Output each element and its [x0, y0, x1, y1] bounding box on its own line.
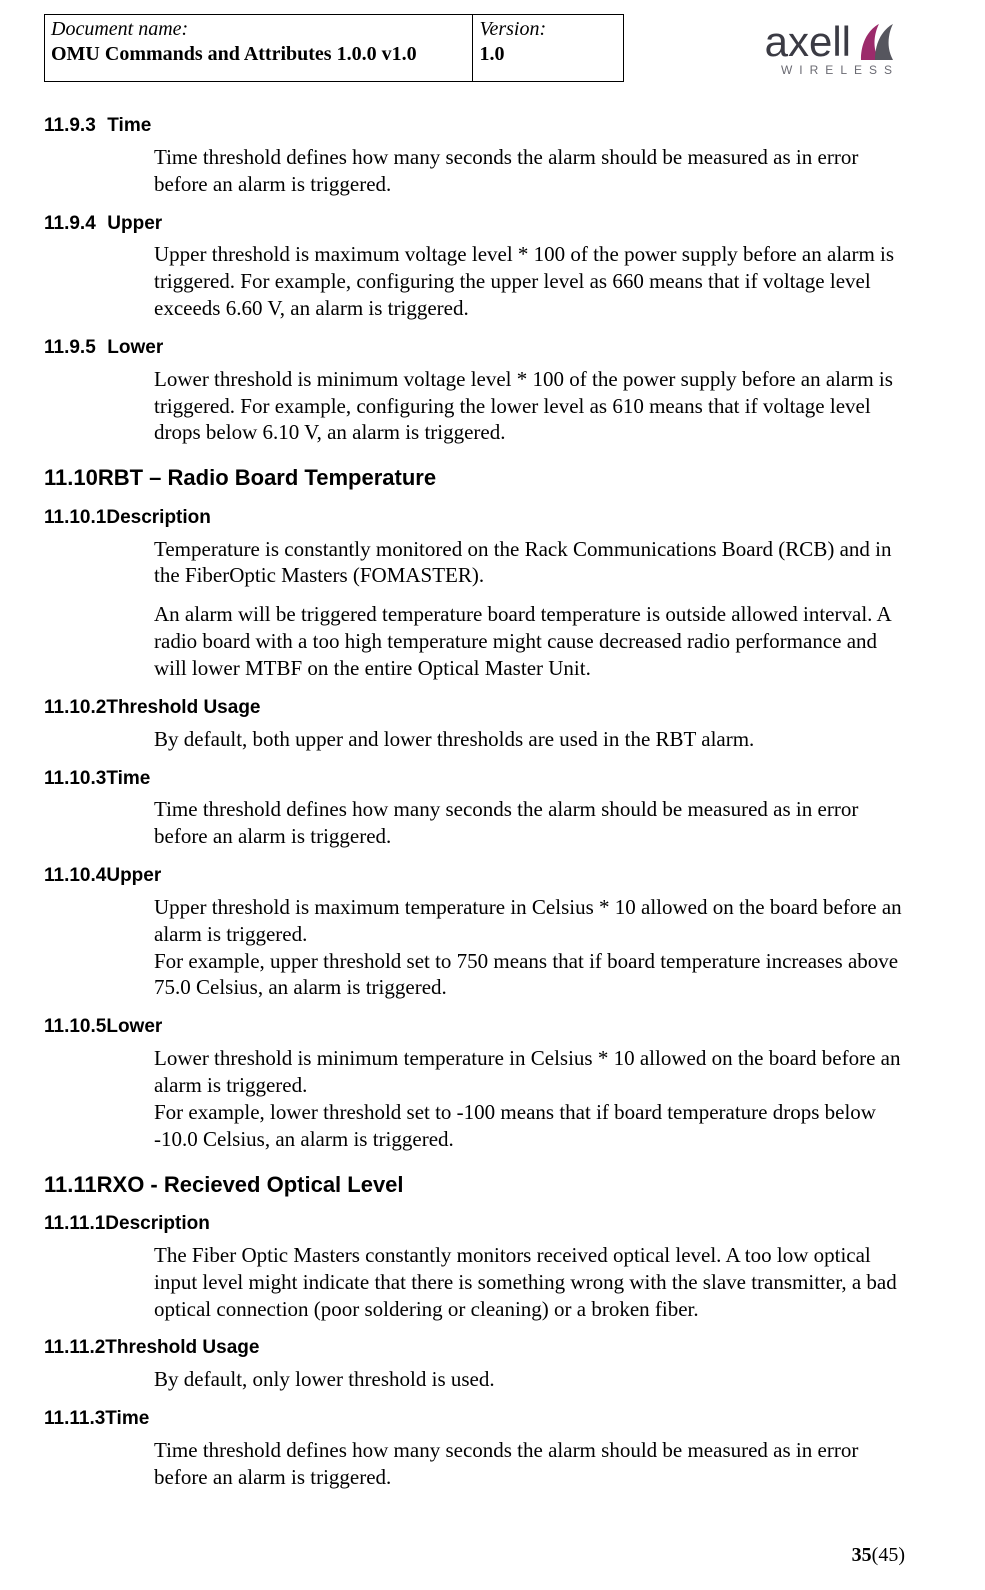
heading-title: Upper — [107, 213, 162, 234]
para-11-11-2: By default, only lower threshold is used… — [154, 1366, 905, 1393]
heading-11-10: 11.10RBT – Radio Board Temperature — [44, 464, 905, 492]
header-docname-cell: Document name: OMU Commands and Attribut… — [45, 15, 473, 82]
para-11-9-5: Lower threshold is minimum voltage level… — [154, 366, 905, 447]
page-total: (45) — [872, 1544, 905, 1566]
heading-num: 11.9.4 — [44, 212, 102, 236]
page-current: 35 — [852, 1544, 872, 1566]
heading-num: 11.11.3 — [44, 1407, 105, 1431]
para-11-9-3: Time threshold defines how many seconds … — [154, 144, 905, 198]
heading-11-10-1: 11.10.1Description — [44, 506, 905, 530]
header-docname-label: Document name: — [51, 17, 466, 42]
heading-11-10-3: 11.10.3Time — [44, 767, 905, 791]
heading-num: 11.10.2 — [44, 696, 106, 720]
heading-title: Time — [106, 768, 150, 789]
header-version-cell: Version: 1.0 — [473, 15, 624, 82]
heading-11-11-2: 11.11.2Threshold Usage — [44, 1336, 905, 1360]
heading-title: Lower — [107, 337, 163, 358]
header-version-value: 1.0 — [479, 42, 617, 67]
para-11-10-4b: For example, upper threshold set to 750 … — [154, 948, 905, 1002]
page: Document name: OMU Commands and Attribut… — [0, 0, 985, 1590]
para-11-10-4a: Upper threshold is maximum temperature i… — [154, 894, 905, 948]
content: 11.9.3 Time Time threshold defines how m… — [44, 82, 905, 1491]
heading-11-9-3: 11.9.3 Time — [44, 114, 905, 138]
heading-num: 11.9.5 — [44, 336, 102, 360]
brand-logo-icon — [855, 20, 899, 64]
heading-11-10-2: 11.10.2Threshold Usage — [44, 696, 905, 720]
heading-title: RXO - Recieved Optical Level — [97, 1172, 404, 1197]
heading-title: Lower — [106, 1016, 162, 1037]
brand-logo-subtext: WIRELESS — [781, 63, 899, 78]
para-11-10-5a: Lower threshold is minimum temperature i… — [154, 1045, 905, 1099]
heading-num: 11.10.1 — [44, 506, 106, 530]
header-version-label: Version: — [479, 17, 617, 42]
header: Document name: OMU Commands and Attribut… — [44, 0, 905, 82]
heading-11-10-4: 11.10.4Upper — [44, 864, 905, 888]
heading-title: Threshold Usage — [106, 697, 260, 718]
brand-logo-textwrap: axell WIRELESS — [765, 16, 899, 78]
para-11-11-3: Time threshold defines how many seconds … — [154, 1437, 905, 1491]
heading-title: RBT – Radio Board Temperature — [98, 465, 436, 490]
brand-logo-text: axell — [765, 16, 851, 69]
heading-num: 11.10 — [44, 464, 98, 492]
para-11-10-1b: An alarm will be triggered temperature b… — [154, 601, 905, 682]
heading-11-9-4: 11.9.4 Upper — [44, 212, 905, 236]
para-11-9-4: Upper threshold is maximum voltage level… — [154, 241, 905, 322]
heading-11-10-5: 11.10.5Lower — [44, 1015, 905, 1039]
heading-num: 11.10.3 — [44, 767, 106, 791]
heading-num: 11.10.4 — [44, 864, 106, 888]
heading-11-9-5: 11.9.5 Lower — [44, 336, 905, 360]
para-11-11-1: The Fiber Optic Masters constantly monit… — [154, 1242, 905, 1323]
heading-title: Time — [107, 115, 151, 136]
heading-title: Upper — [106, 865, 161, 886]
heading-title: Description — [105, 1213, 210, 1234]
para-11-10-5b: For example, lower threshold set to -100… — [154, 1099, 905, 1153]
para-11-10-3: Time threshold defines how many seconds … — [154, 796, 905, 850]
page-footer: 35(45) — [852, 1543, 905, 1568]
header-table: Document name: OMU Commands and Attribut… — [44, 14, 624, 82]
heading-title: Threshold Usage — [105, 1337, 259, 1358]
brand-logo: axell WIRELESS — [765, 14, 905, 78]
heading-title: Description — [106, 507, 211, 528]
heading-num: 11.11.2 — [44, 1336, 105, 1360]
heading-num: 11.10.5 — [44, 1015, 106, 1039]
header-docname-value: OMU Commands and Attributes 1.0.0 v1.0 — [51, 42, 466, 67]
heading-11-11-1: 11.11.1Description — [44, 1212, 905, 1236]
heading-num: 11.9.3 — [44, 114, 102, 138]
heading-title: Time — [105, 1408, 149, 1429]
heading-11-11: 11.11RXO - Recieved Optical Level — [44, 1171, 905, 1199]
heading-11-11-3: 11.11.3Time — [44, 1407, 905, 1431]
para-11-10-2: By default, both upper and lower thresho… — [154, 726, 905, 753]
heading-num: 11.11.1 — [44, 1212, 105, 1236]
heading-num: 11.11 — [44, 1171, 97, 1199]
para-11-10-1a: Temperature is constantly monitored on t… — [154, 536, 905, 590]
